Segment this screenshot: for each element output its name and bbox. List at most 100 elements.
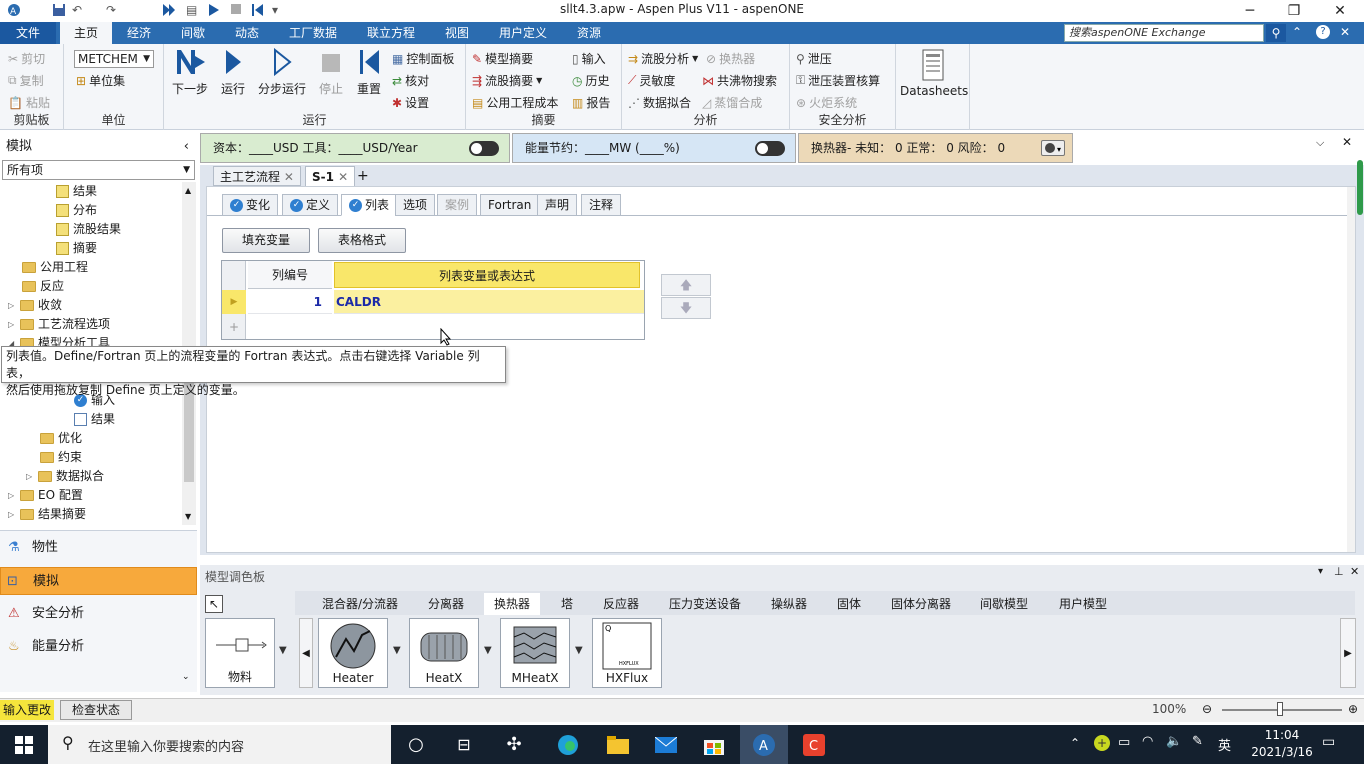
form-tab-define[interactable]: ✓ 定义 xyxy=(282,194,339,216)
tree-item-results-summary[interactable]: ▷ 结果摘要 xyxy=(8,505,86,524)
flare-system-button[interactable]: ⊛ 火炬系统 xyxy=(796,94,857,111)
exchanger-risk-dropdown[interactable]: ▾ xyxy=(1041,140,1065,156)
palette-material-stream[interactable]: 物料 xyxy=(205,618,275,688)
palette-tab-user-models[interactable]: 用户模型 xyxy=(1049,593,1117,615)
form-tab-vary[interactable]: ✓ 变化 xyxy=(222,194,279,216)
doc-tab-s1[interactable]: S-1 ✕ xyxy=(305,166,356,186)
palette-heatx[interactable]: HeatX xyxy=(409,618,479,688)
ribbon-close-icon[interactable]: ✕ xyxy=(1340,25,1350,39)
cut-button[interactable]: ✂ 剪切 xyxy=(8,50,45,67)
tree-item-profiles[interactable]: 分布 xyxy=(56,201,97,220)
mail-icon[interactable] xyxy=(642,725,690,764)
palette-tab-mixers[interactable]: 混合器/分流器 xyxy=(312,593,408,615)
move-up-button[interactable]: 🡅 xyxy=(661,274,711,296)
file-explorer-icon[interactable] xyxy=(594,725,642,764)
palette-hxflux[interactable]: Q HXFLUX HXFlux xyxy=(592,618,662,688)
palette-mheatx[interactable]: MHeatX xyxy=(500,618,570,688)
data-fit-button[interactable]: ⋰ 数据拟合 xyxy=(628,94,691,111)
history-button[interactable]: ◷ 历史 xyxy=(572,72,610,89)
store-icon[interactable] xyxy=(690,725,738,764)
model-summary-button[interactable]: ✎ 模型摘要 xyxy=(472,50,533,67)
tree-item-convergence[interactable]: ▷ 收敛 xyxy=(8,296,62,315)
report-button[interactable]: ▥ 报告 xyxy=(572,94,610,111)
palette-tab-manipulators[interactable]: 操纵器 xyxy=(761,593,817,615)
mheatx-dropdown-icon[interactable]: ▼ xyxy=(575,645,583,656)
tree-item-summary[interactable]: 摘要 xyxy=(56,239,97,258)
collapse-pane-icon[interactable]: ‹ xyxy=(184,137,189,157)
volume-icon[interactable]: 🔈 xyxy=(1166,734,1182,749)
energy-savings-panel[interactable]: 能量节约：____MW (____%) xyxy=(512,133,796,163)
notification-center-icon[interactable]: ▭ xyxy=(1322,734,1335,750)
expand-arrow-icon[interactable]: ▷ xyxy=(26,467,34,486)
close-icon[interactable]: ✕ xyxy=(1350,565,1359,578)
form-tab-tabulate[interactable]: ✓ 列表 xyxy=(341,194,398,216)
app-pinwheel-icon[interactable]: ✣ xyxy=(490,725,538,764)
form-tab-declarations[interactable]: 声明 xyxy=(537,194,578,216)
tab-plant-data[interactable]: 工厂数据 xyxy=(280,22,346,44)
table-format-button[interactable]: 表格格式 xyxy=(318,228,406,253)
palette-tab-batch-models[interactable]: 间歇模型 xyxy=(970,593,1038,615)
economics-toggle[interactable] xyxy=(469,141,499,156)
azeotrope-search-button[interactable]: ⋈ 共沸物搜索 xyxy=(702,72,777,89)
palette-tab-solids[interactable]: 固体 xyxy=(827,593,871,615)
nav-filter-select[interactable]: 所有项 ▼ xyxy=(2,160,195,180)
pressure-relief-button[interactable]: ⚲ 泄压 xyxy=(796,50,832,67)
edge-browser-icon[interactable] xyxy=(544,725,592,764)
tab-customize[interactable]: 用户定义 xyxy=(490,22,556,44)
side-scroll-indicator[interactable] xyxy=(1357,160,1363,215)
zoom-in-icon[interactable]: ⊕ xyxy=(1348,702,1358,716)
tree-item-stream-results[interactable]: 流股结果 xyxy=(56,220,121,239)
tree-item-data-fit[interactable]: ▷ 数据拟合 xyxy=(26,467,104,486)
close-icon[interactable]: ✕ xyxy=(1342,135,1352,149)
tray-app-icon[interactable]: + xyxy=(1094,735,1110,751)
tab-equation-oriented[interactable]: 联立方程 xyxy=(358,22,424,44)
pen-icon[interactable]: ✎ xyxy=(1192,734,1203,749)
taskbar-search-box[interactable]: ⚲ 在这里输入你要搜索的内容 xyxy=(48,725,391,764)
move-down-button[interactable]: 🡇 xyxy=(661,297,711,319)
exchange-search-input[interactable]: 搜索aspenONE Exchange xyxy=(1064,24,1264,42)
select-pointer-icon[interactable]: ↖ xyxy=(205,595,223,613)
tab-resources[interactable]: 资源 xyxy=(566,22,612,44)
cell-expression-empty[interactable] xyxy=(334,315,644,339)
close-tab-icon[interactable]: ✕ xyxy=(338,170,348,184)
palette-tab-pressure-changers[interactable]: 压力变送设备 xyxy=(659,593,751,615)
palette-scroll-left-icon[interactable]: ◀ xyxy=(299,618,313,688)
tree-item-constraint[interactable]: 约束 xyxy=(40,448,82,467)
restore-button[interactable]: ❐ xyxy=(1272,0,1316,22)
palette-tab-columns[interactable]: 塔 xyxy=(551,593,583,615)
recorder-app-icon[interactable]: C xyxy=(790,725,838,764)
close-button[interactable]: ✕ xyxy=(1318,0,1362,22)
material-dropdown-icon[interactable]: ▼ xyxy=(279,645,287,656)
control-panel-button[interactable]: ▦ 控制面板 xyxy=(392,50,454,67)
cell-column-number[interactable]: 1 xyxy=(248,290,332,314)
reconcile-button[interactable]: ⇄ 核对 xyxy=(392,72,429,89)
doc-tab-main-flowsheet[interactable]: 主工艺流程 ✕ xyxy=(213,166,301,186)
sensitivity-button[interactable]: ⟋ 灵敏度 xyxy=(628,72,675,89)
unit-set-select[interactable]: METCHEM ▼ xyxy=(74,50,154,68)
tree-item-reactions[interactable]: 反应 xyxy=(22,277,64,296)
tree-item-results-2[interactable]: 结果 xyxy=(74,410,115,429)
scroll-up-icon[interactable]: ▲ xyxy=(185,186,191,195)
new-tab-icon[interactable]: + xyxy=(351,166,375,186)
tree-item-utilities[interactable]: 公用工程 xyxy=(22,258,88,277)
palette-tab-separators[interactable]: 分离器 xyxy=(418,593,474,615)
step-button[interactable]: 分步运行 xyxy=(256,48,308,97)
capital-cost-panel[interactable]: 资本：____USD 工具：____USD/Year xyxy=(200,133,510,163)
new-row-icon[interactable]: + xyxy=(222,315,246,339)
stream-summary-button[interactable]: ⇶ 流股摘要 ▼ xyxy=(472,72,542,89)
nav-configure-icon[interactable]: ⌄ xyxy=(182,672,190,682)
tree-item-flowsheet-options[interactable]: ▷ 工艺流程选项 xyxy=(8,315,110,334)
collapse-ribbon-icon[interactable]: ⌃ xyxy=(1292,25,1302,39)
check-status-button[interactable]: 检查状态 xyxy=(60,700,132,720)
form-tab-cases[interactable]: 案例 xyxy=(437,194,478,216)
ime-indicator[interactable]: 英 xyxy=(1218,735,1231,754)
form-tab-options[interactable]: 选项 xyxy=(395,194,436,216)
stop-button[interactable]: 停止 xyxy=(314,48,348,97)
tree-item-optimization[interactable]: 优化 xyxy=(40,429,82,448)
nav-safety-analysis-button[interactable]: ⚠ 安全分析 xyxy=(0,600,197,628)
clock-time[interactable]: 11:04 xyxy=(1254,728,1310,742)
tab-view[interactable]: 视图 xyxy=(436,22,478,44)
chevron-down-icon[interactable]: ⌵ xyxy=(1316,136,1324,150)
relief-rating-button[interactable]: ⚿ 泄压装置核算 xyxy=(796,72,880,89)
run-button[interactable]: 运行 xyxy=(216,48,250,97)
